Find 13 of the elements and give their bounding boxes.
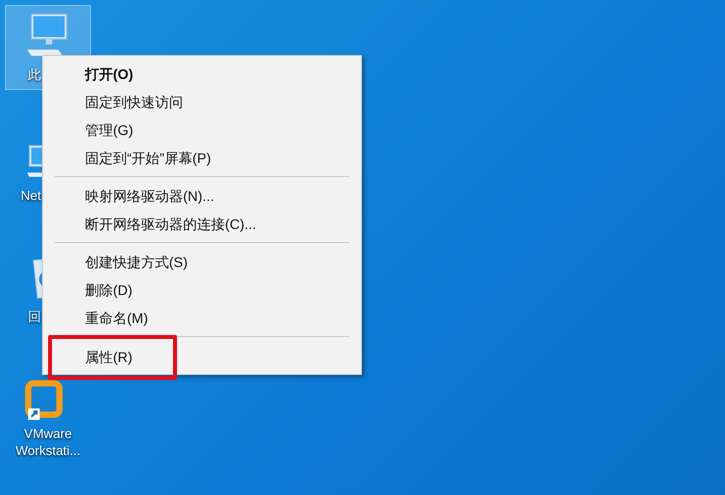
menu-item[interactable]: 创建快捷方式(S) [43,248,361,276]
icon-label: 此 [27,66,42,83]
menu-item[interactable]: 属性(R) [48,335,177,380]
menu-item[interactable]: 固定到快速访问 [43,88,361,116]
menu-item[interactable]: 删除(D) [43,276,361,304]
menu-item[interactable]: 固定到“开始”屏幕(P) [43,144,361,172]
menu-item[interactable]: 映射网络驱动器(N)... [43,182,361,210]
icon-label: 回 [27,308,42,325]
menu-item[interactable]: 重命名(M) [43,304,361,332]
icon-label: Net [20,187,42,204]
menu-item[interactable]: 管理(G) [43,116,361,144]
menu-item[interactable]: 断开网络驱动器的连接(C)... [43,210,361,238]
icon-label: VMware Workstati... [14,425,82,459]
